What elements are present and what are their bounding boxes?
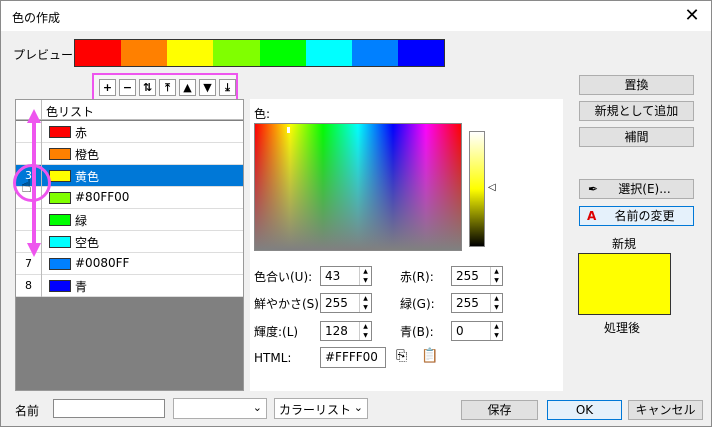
title-bar: 色の作成 ✕ <box>1 1 711 31</box>
interpolate-button[interactable]: 補間 <box>579 127 694 147</box>
color-name: 緑 <box>75 214 88 228</box>
color-spectrum[interactable] <box>254 123 462 251</box>
eyedropper-icon: ✒ <box>588 182 599 196</box>
new-color-swatch <box>578 253 671 315</box>
ok-button[interactable]: OK <box>547 400 622 420</box>
preview-swatch <box>167 40 214 66</box>
color-name: #80FF00 <box>75 190 130 204</box>
preview-swatch <box>121 40 168 66</box>
color-swatch <box>49 148 71 160</box>
color-swatch <box>49 236 71 248</box>
plus-icon[interactable]: + <box>99 78 116 96</box>
preview-swatch <box>75 40 122 66</box>
list-item[interactable]: 空色 <box>16 231 243 253</box>
luminance-spinner[interactable]: 128 ▲ ▼ <box>320 321 372 341</box>
spinner-arrows-icon[interactable]: ▲ ▼ <box>490 267 502 285</box>
swap-icon[interactable]: ⇅ <box>139 78 156 96</box>
color-swatch <box>49 258 71 270</box>
name-label: 名前 <box>15 404 40 418</box>
spinner-arrows-icon[interactable]: ▲ ▼ <box>359 322 371 340</box>
paste-icon[interactable]: 📋 <box>421 348 438 364</box>
row-number: 8 <box>16 275 42 297</box>
luminance-slider[interactable] <box>469 131 485 247</box>
saturation-spinner[interactable]: 255 ▲ ▼ <box>320 293 372 313</box>
close-icon[interactable]: ✕ <box>681 5 703 27</box>
minus-icon[interactable]: − <box>119 78 136 96</box>
color-swatch <box>49 170 71 182</box>
rename-button[interactable]: A 名前の変更 <box>579 206 694 226</box>
preview-swatch <box>305 40 352 66</box>
color-swatch <box>49 280 71 292</box>
list-item[interactable]: 8青 <box>16 275 243 297</box>
color-swatch <box>49 214 71 226</box>
html-label: HTML: <box>254 351 292 365</box>
color-creation-dialog: 色の作成 ✕ プレビュー + − ⇅ ⤒ ▲ ▼ ⤓ 色リスト 赤橙色 3 黄色 #80FF00 緑… <box>0 0 712 427</box>
spinner-arrows-icon[interactable]: ▲ ▼ <box>359 267 371 285</box>
list-item[interactable]: 緑 <box>16 209 243 231</box>
list-header: 色リスト <box>16 100 243 120</box>
chevron-down-icon: ⌄ <box>252 401 262 414</box>
color-name: 空色 <box>75 236 100 250</box>
drag-highlight-circle <box>13 164 51 202</box>
color-list[interactable]: 色リスト 赤橙色 3 黄色 #80FF00 緑空色 7 #0080FF 8 青 <box>15 99 244 391</box>
move-bottom-icon[interactable]: ⤓ <box>219 78 236 96</box>
color-name: 黄色 <box>75 170 100 184</box>
replace-button[interactable]: 置換 <box>579 75 694 95</box>
green-spinner[interactable]: 255 ▲ ▼ <box>451 293 503 313</box>
copy-icon[interactable]: ⎘ <box>396 348 407 364</box>
list-item[interactable]: 赤 <box>16 121 243 143</box>
new-color-label: 新規 <box>612 237 637 251</box>
move-top-icon[interactable]: ⤒ <box>159 78 176 96</box>
list-item[interactable]: 7 #0080FF <box>16 253 243 275</box>
preview-label: プレビュー <box>13 48 74 62</box>
luminance-label: 輝度:(L) <box>254 325 299 339</box>
spinner-arrows-icon[interactable]: ▲ ▼ <box>490 294 502 312</box>
color-name: 青 <box>75 280 88 294</box>
list-toolbar: + − ⇅ ⤒ ▲ ▼ ⤓ <box>92 73 238 101</box>
saturation-label: 鮮やかさ(S): <box>254 297 324 311</box>
name-input[interactable] <box>53 399 165 418</box>
select-button[interactable]: ✒ 選択(E)... <box>579 179 694 199</box>
color-swatch <box>49 192 71 204</box>
list-item[interactable]: #80FF00 <box>16 187 243 209</box>
color-swatch <box>49 126 71 138</box>
spectrum-cursor <box>287 127 290 133</box>
blue-label: 青(B): <box>400 325 434 339</box>
preview-swatch <box>397 40 444 66</box>
color-name: 橙色 <box>75 148 100 162</box>
move-down-icon[interactable]: ▼ <box>199 78 216 96</box>
list-header-label: 色リスト <box>46 105 95 119</box>
preview-swatch <box>351 40 398 66</box>
processed-label: 処理後 <box>604 321 641 335</box>
picker-label: 色: <box>254 107 271 121</box>
save-button[interactable]: 保存 <box>461 400 538 420</box>
preview-swatch <box>259 40 306 66</box>
hue-spinner[interactable]: 43 ▲ ▼ <box>320 266 372 286</box>
add-new-button[interactable]: 新規として追加 <box>579 101 694 121</box>
move-up-icon[interactable]: ▲ <box>179 78 196 96</box>
list-item[interactable]: 橙色 <box>16 143 243 165</box>
hand-cursor-icon: ☝ <box>21 176 32 197</box>
color-name: #0080FF <box>75 256 130 270</box>
luminance-marker-icon[interactable]: ◁ <box>488 182 496 193</box>
spinner-arrows-icon[interactable]: ▲ ▼ <box>359 294 371 312</box>
window-title: 色の作成 <box>12 11 61 25</box>
hue-label: 色合い(U): <box>254 270 313 284</box>
name-combo[interactable]: ⌄ <box>173 398 267 419</box>
spinner-arrows-icon[interactable]: ▲ ▼ <box>490 322 502 340</box>
blue-spinner[interactable]: 0 ▲ ▼ <box>451 321 503 341</box>
red-label: 赤(R): <box>400 270 434 284</box>
chevron-down-icon: ⌄ <box>353 401 363 414</box>
color-list-combo[interactable]: カラーリスト ⌄ <box>274 398 368 419</box>
text-edit-icon: A <box>587 209 597 223</box>
cancel-button[interactable]: キャンセル <box>628 400 703 420</box>
html-input[interactable]: #FFFF00 <box>320 347 386 368</box>
preview-strip <box>74 39 445 67</box>
green-label: 緑(G): <box>400 297 435 311</box>
color-name: 赤 <box>75 126 88 140</box>
preview-swatch <box>213 40 260 66</box>
red-spinner[interactable]: 255 ▲ ▼ <box>451 266 503 286</box>
